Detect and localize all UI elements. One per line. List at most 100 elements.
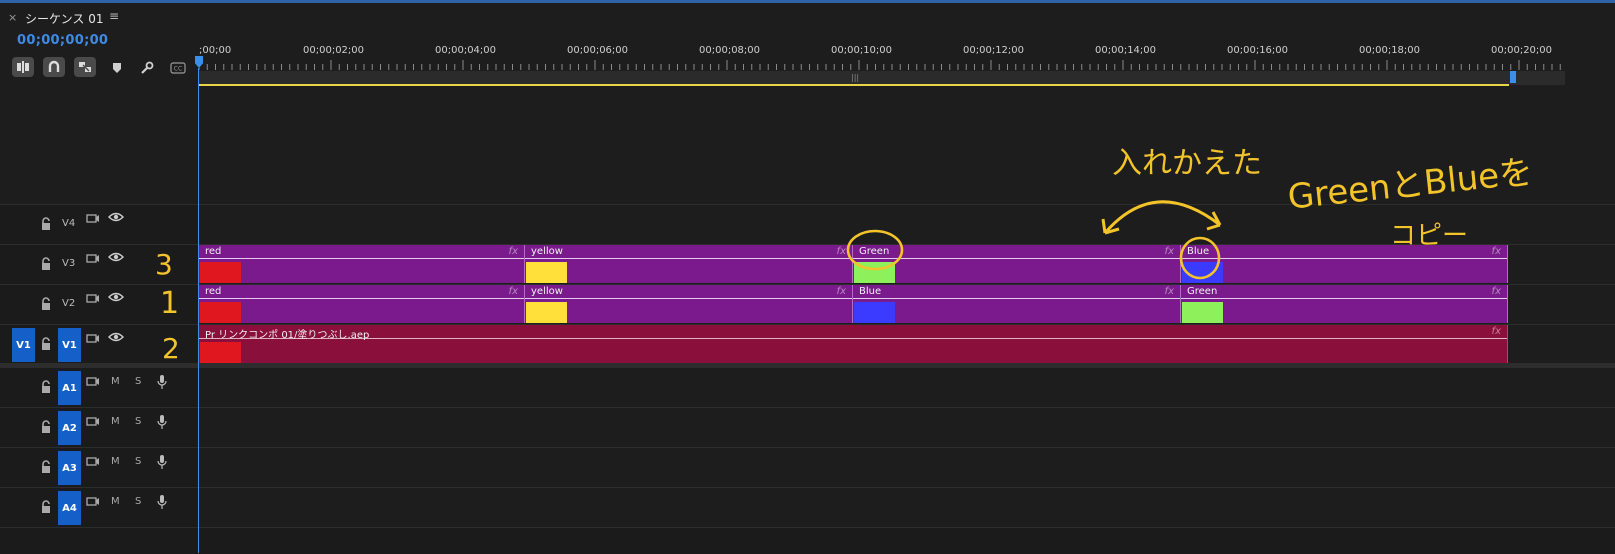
- mute-button[interactable]: M: [111, 376, 120, 387]
- clip-thumbnail: [1182, 302, 1223, 323]
- timeline-panel-header: × シーケンス 01 ≡: [0, 3, 1615, 33]
- clip-label: Pr リンクコンポ 01/塗りつぶし.aep: [205, 330, 370, 341]
- mute-button[interactable]: M: [111, 496, 120, 507]
- sync-lock-icon[interactable]: [86, 212, 100, 224]
- mute-button[interactable]: M: [111, 416, 120, 427]
- clip-v2-yellow[interactable]: yellow fx: [525, 285, 853, 323]
- sync-lock-icon[interactable]: [86, 332, 100, 344]
- track-header-a4: A4 M S: [0, 488, 197, 528]
- clip-thumbnail: [200, 342, 241, 363]
- track-v2: V2 red fx yellow fx Blue fx Green fx: [0, 284, 1615, 325]
- solo-button[interactable]: S: [135, 416, 141, 427]
- wrench-settings-icon: [141, 61, 154, 74]
- ruler-ticks: [199, 60, 1561, 70]
- panel-menu-icon[interactable]: ≡: [109, 9, 119, 23]
- sync-lock-icon[interactable]: [86, 252, 100, 264]
- microphone-icon[interactable]: [156, 454, 168, 470]
- annotation-copy-line2: コピー: [1390, 221, 1469, 251]
- clip-label: Blue: [859, 286, 882, 297]
- annotation-swapped: 入れかえた: [1112, 146, 1262, 181]
- track-target-a4[interactable]: A4: [58, 491, 81, 525]
- clip-v2-green[interactable]: Green fx: [1181, 285, 1508, 323]
- sync-lock-icon[interactable]: [86, 375, 100, 387]
- solo-button[interactable]: S: [135, 456, 141, 467]
- clip-header: [525, 245, 852, 259]
- clip-header: [199, 285, 524, 299]
- track-v3: V3 red fx yellow fx Green fx Blue fx: [0, 244, 1615, 285]
- linked-selection-button[interactable]: [74, 57, 96, 77]
- lock-icon[interactable]: [40, 297, 52, 311]
- work-area-bar[interactable]: [199, 84, 1509, 86]
- lock-icon[interactable]: [40, 217, 52, 231]
- mute-button[interactable]: M: [111, 456, 120, 467]
- track-v4: V4: [0, 204, 1615, 245]
- fx-badge[interactable]: fx: [837, 286, 846, 297]
- fx-badge[interactable]: fx: [1492, 246, 1501, 257]
- ruler-label: 00;00;02;00: [303, 45, 365, 56]
- timeline-footer: [0, 527, 1615, 554]
- annotation-number-v2: 1: [160, 286, 180, 321]
- sequence-tab-title[interactable]: シーケンス 01: [25, 10, 104, 27]
- lock-icon[interactable]: [40, 257, 52, 271]
- eye-icon[interactable]: [108, 291, 124, 303]
- source-patch-v1[interactable]: V1: [12, 328, 35, 362]
- microphone-icon[interactable]: [156, 374, 168, 390]
- scrollbar-grip-icon[interactable]: |||: [851, 73, 859, 82]
- lock-icon[interactable]: [40, 460, 52, 474]
- clip-thumbnail: [854, 302, 895, 323]
- fx-badge[interactable]: fx: [509, 246, 518, 257]
- fx-badge[interactable]: fx: [509, 286, 518, 297]
- lock-icon[interactable]: [40, 337, 52, 351]
- solo-button[interactable]: S: [135, 376, 141, 387]
- solo-button[interactable]: S: [135, 496, 141, 507]
- captions-button[interactable]: CC: [169, 60, 187, 76]
- fx-badge[interactable]: fx: [1165, 246, 1174, 257]
- timeline-settings-button[interactable]: [138, 60, 156, 76]
- captions-icon: CC: [170, 62, 186, 74]
- eye-icon[interactable]: [108, 251, 124, 263]
- eye-icon[interactable]: [108, 331, 124, 343]
- clip-label: red: [205, 286, 222, 297]
- highlight-circle-blue: [1179, 236, 1221, 280]
- insert-nest-toggle-button[interactable]: [12, 57, 34, 77]
- clip-v2-red[interactable]: red fx: [199, 285, 525, 323]
- playhead-line[interactable]: [198, 68, 199, 553]
- timeline-zoom-scrollbar[interactable]: |||: [199, 71, 1565, 85]
- track-header-a2: A2 M S: [0, 408, 197, 448]
- clip-v2-blue[interactable]: Blue fx: [853, 285, 1181, 323]
- close-icon[interactable]: ×: [8, 11, 17, 24]
- lock-icon[interactable]: [40, 380, 52, 394]
- sync-lock-icon[interactable]: [86, 455, 100, 467]
- annotation-number-v1: 2: [162, 332, 180, 365]
- track-label-v3: V3: [62, 258, 76, 269]
- fx-badge[interactable]: fx: [1165, 286, 1174, 297]
- track-label-v4: V4: [62, 218, 76, 229]
- track-label-v2: V2: [62, 298, 76, 309]
- sync-lock-icon[interactable]: [86, 292, 100, 304]
- snap-button[interactable]: [43, 57, 65, 77]
- track-target-a1[interactable]: A1: [58, 371, 81, 405]
- sync-lock-icon[interactable]: [86, 415, 100, 427]
- fx-badge[interactable]: fx: [1492, 326, 1501, 337]
- microphone-icon[interactable]: [156, 414, 168, 430]
- insert-nest-toggle-icon: [17, 61, 29, 73]
- lock-icon[interactable]: [40, 420, 52, 434]
- scrollbar-end-handle[interactable]: [1510, 71, 1516, 83]
- add-marker-button[interactable]: [108, 60, 126, 76]
- microphone-icon[interactable]: [156, 494, 168, 510]
- track-target-v1[interactable]: V1: [58, 328, 81, 362]
- sync-lock-icon[interactable]: [86, 495, 100, 507]
- clip-v3-red[interactable]: red fx: [199, 245, 525, 283]
- clip-v1-linked-comp[interactable]: Pr リンクコンポ 01/塗りつぶし.aep fx: [199, 325, 1508, 363]
- track-target-a2[interactable]: A2: [58, 411, 81, 445]
- eye-icon[interactable]: [108, 211, 124, 223]
- fx-badge[interactable]: fx: [1492, 286, 1501, 297]
- track-target-a3[interactable]: A3: [58, 451, 81, 485]
- track-a1: A1 M S: [0, 367, 1615, 408]
- add-marker-icon: [113, 63, 121, 73]
- clip-v3-yellow[interactable]: yellow fx: [525, 245, 853, 283]
- clip-header: [199, 325, 1507, 339]
- lock-icon[interactable]: [40, 500, 52, 514]
- playhead-timecode[interactable]: 00;00;00;00: [17, 33, 108, 48]
- ruler-label: ;00;00: [199, 45, 232, 56]
